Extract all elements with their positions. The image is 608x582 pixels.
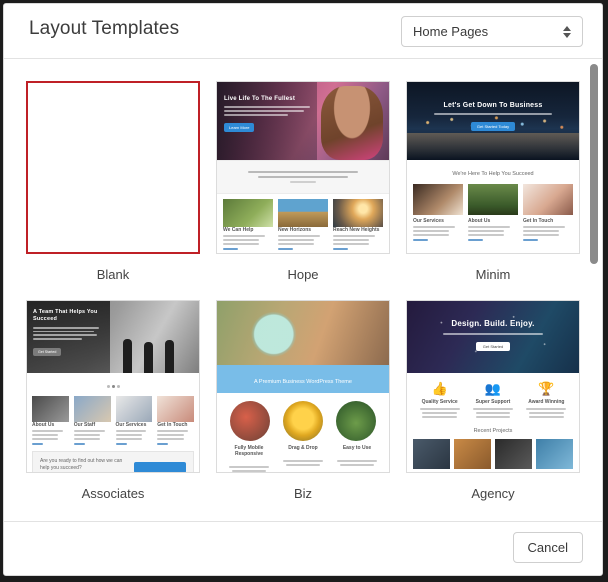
list-item[interactable]: Our Staff <box>73 396 111 445</box>
template-name-agency: Agency <box>471 486 515 501</box>
agency-features: 👍 Quality Service 👥 Super Support 🏆 Awar… <box>407 373 579 418</box>
hope-cards: We Can Help New Horizons Reach New Heigh… <box>223 199 383 250</box>
cancel-button[interactable]: Cancel <box>512 532 583 563</box>
page-title: Layout Templates <box>29 18 180 39</box>
minim-card-title: About Us <box>468 218 491 224</box>
list-item[interactable]: About Us <box>32 396 69 445</box>
template-name-blank: Blank <box>96 267 130 282</box>
template-thumbnail-hope[interactable]: Live Life To The Fullest Learn More We C… <box>216 81 390 254</box>
template-name-associates: Associates <box>81 486 145 501</box>
modal-footer: Cancel <box>4 521 602 575</box>
template-card-agency[interactable]: Design. Build. Enjoy. Get Started 👍 Qual… <box>406 300 580 515</box>
templates-scroll-area[interactable]: Blank Live Life To The Fullest Learn Mor… <box>4 59 602 521</box>
template-card-hope[interactable]: Live Life To The Fullest Learn More We C… <box>216 81 390 296</box>
template-card-biz[interactable]: A Premium Business WordPress Theme Fully… <box>216 300 390 515</box>
biz-feature-images <box>217 393 389 441</box>
biz-banner: A Premium Business WordPress Theme <box>217 365 389 393</box>
hope-hero-button[interactable]: Learn More <box>224 123 255 132</box>
list-item[interactable]: Our Services <box>115 396 153 445</box>
list-item[interactable]: Our Services <box>413 184 463 241</box>
minim-hero-title: Let's Get Down To Business <box>443 102 543 109</box>
associates-card-title: About Us <box>32 422 55 428</box>
minim-hero: Let's Get Down To Business Get Started T… <box>407 82 579 160</box>
template-thumbnail-associates[interactable]: A Team That Helps You Succeed Get Starte… <box>26 300 200 473</box>
hope-quote <box>217 160 389 194</box>
biz-hero <box>217 301 389 365</box>
users-icon: 👥 <box>484 381 502 396</box>
list-item: Easy to Use <box>333 445 382 472</box>
template-name-minim: Minim <box>475 267 511 282</box>
scrollbar-thumb[interactable] <box>590 64 598 264</box>
associates-card-title: Our Staff <box>73 422 96 428</box>
layout-templates-modal: Layout Templates Home Pages Blank Live L… <box>3 3 603 576</box>
agency-section-title: Recent Projects <box>473 428 513 434</box>
associates-cta: Are you ready to find out how we can hel… <box>32 451 194 472</box>
hope-card-title: New Horizons <box>278 227 312 233</box>
agency-projects <box>407 434 579 469</box>
list-item[interactable]: Get In Touch <box>523 184 573 241</box>
project-thumb[interactable] <box>413 439 450 469</box>
biz-features: Fully Mobile Responsive Drag & Drop Easy… <box>217 441 389 472</box>
scrollbar[interactable] <box>588 59 601 521</box>
minim-section-title: We're Here To Help You Succeed <box>452 171 534 177</box>
associates-cards: About Us Our Staff Our Services Get In T… <box>32 396 194 445</box>
template-thumbnail-minim[interactable]: Let's Get Down To Business Get Started T… <box>406 81 580 254</box>
thumbs-up-icon: 👍 <box>431 381 448 396</box>
list-item: 👍 Quality Service <box>416 382 464 418</box>
biz-testimonials: Testimonials <box>217 472 389 473</box>
carousel-dots[interactable] <box>27 373 199 396</box>
template-card-associates[interactable]: A Team That Helps You Succeed Get Starte… <box>26 300 200 515</box>
modal-header: Layout Templates Home Pages <box>4 4 602 59</box>
templates-grid: Blank Live Life To The Fullest Learn Mor… <box>4 59 602 515</box>
hope-card-title: We Can Help <box>223 227 254 233</box>
minim-cards: Our Services About Us Get In Touch <box>413 184 573 241</box>
list-item[interactable]: About Us <box>468 184 518 241</box>
template-name-biz: Biz <box>293 486 313 501</box>
associates-hero-button[interactable]: Get Started <box>33 347 62 356</box>
list-item[interactable]: Reach New Heights <box>333 199 383 250</box>
stepper-arrows-icon <box>556 25 582 38</box>
project-thumb[interactable] <box>454 439 491 469</box>
feature-image <box>336 401 377 441</box>
list-item: 👥 Super Support <box>469 382 517 418</box>
list-item: Drag & Drop <box>279 445 328 472</box>
list-item[interactable]: Get In Touch <box>157 396 194 445</box>
template-name-hope: Hope <box>287 267 319 282</box>
template-thumbnail-blank[interactable] <box>26 81 200 254</box>
feature-image <box>229 401 270 441</box>
template-card-blank[interactable]: Blank <box>26 81 200 296</box>
associates-cta-button[interactable] <box>134 461 186 472</box>
associates-card-title: Get In Touch <box>157 422 188 428</box>
template-card-minim[interactable]: Let's Get Down To Business Get Started T… <box>406 81 580 296</box>
agency-hero: Design. Build. Enjoy. Get Started <box>407 301 579 373</box>
template-category-value: Home Pages <box>413 24 489 39</box>
list-item: Fully Mobile Responsive <box>225 445 274 472</box>
template-thumbnail-biz[interactable]: A Premium Business WordPress Theme Fully… <box>216 300 390 473</box>
template-thumbnail-agency[interactable]: Design. Build. Enjoy. Get Started 👍 Qual… <box>406 300 580 473</box>
template-category-select[interactable]: Home Pages <box>401 16 583 47</box>
associates-hero-title: A Team That Helps You Succeed <box>33 309 98 323</box>
minim-card-title: Our Services <box>413 218 444 224</box>
agency-hero-button[interactable]: Get Started <box>475 342 511 351</box>
list-item[interactable]: We Can Help <box>223 199 273 250</box>
hope-hero-title: Live Life To The Fullest <box>224 96 296 102</box>
minim-card-title: Get In Touch <box>523 218 554 224</box>
associates-hero: A Team That Helps You Succeed Get Starte… <box>27 301 199 373</box>
trophy-icon: 🏆 <box>538 381 555 396</box>
associates-cta-text: Are you ready to find out how we can hel… <box>40 458 123 472</box>
feature-image <box>282 401 323 441</box>
project-thumb[interactable] <box>536 439 573 469</box>
hope-hero: Live Life To The Fullest Learn More <box>217 82 389 160</box>
hope-card-title: Reach New Heights <box>333 227 380 233</box>
minim-hero-button[interactable]: Get Started Today <box>470 122 516 131</box>
associates-card-title: Our Services <box>115 422 147 428</box>
agency-hero-title: Design. Build. Enjoy. <box>451 319 535 328</box>
list-item: 🏆 Award Winning <box>522 382 570 418</box>
list-item[interactable]: New Horizons <box>278 199 328 250</box>
project-thumb[interactable] <box>495 439 532 469</box>
